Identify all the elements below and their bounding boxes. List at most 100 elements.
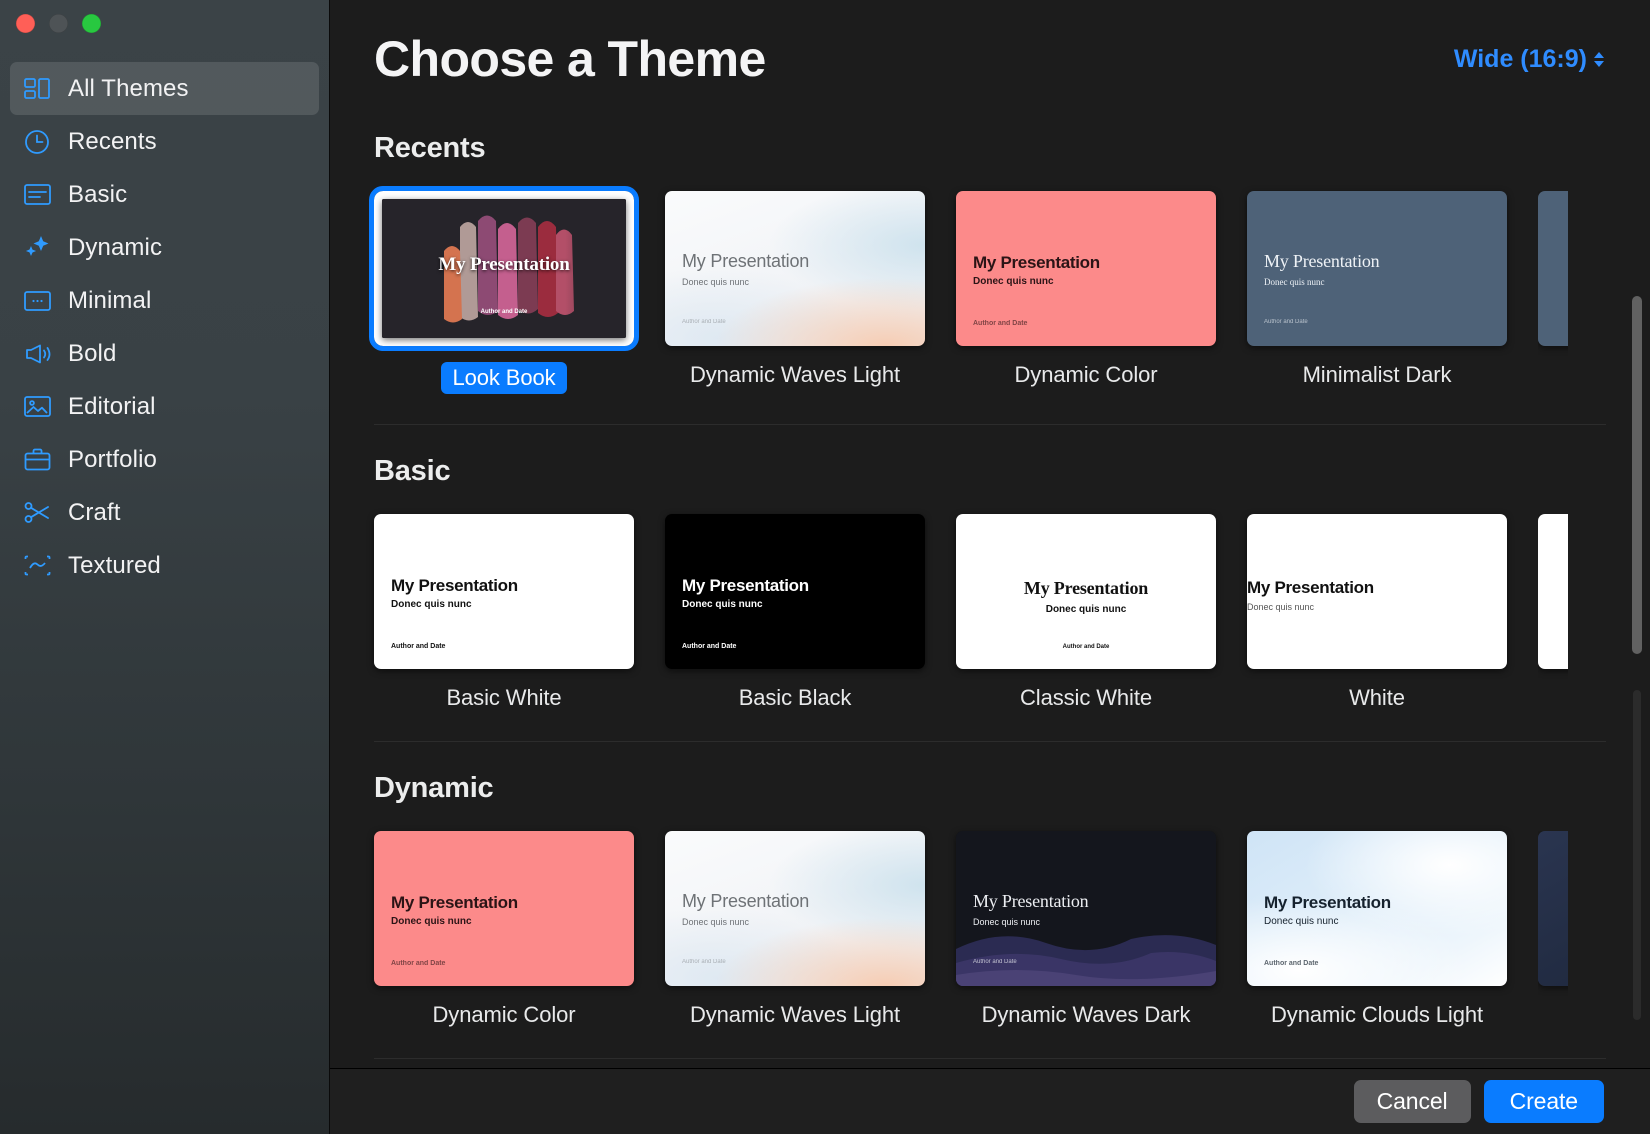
sidebar-item-editorial[interactable]: Editorial — [10, 380, 319, 433]
slide-author: Author and Date — [480, 309, 528, 315]
slide-preview: My Presentation Donec quis nunc Author a… — [665, 191, 925, 346]
theme-card-dynamic-waves-dark[interactable]: My Presentation Donec quis nunc Author a… — [956, 831, 1216, 1028]
theme-card-white[interactable]: My Presentation Donec quis nunc Author a… — [1247, 514, 1507, 711]
sidebar-item-recents[interactable]: Recents — [10, 115, 319, 168]
scissors-icon — [22, 498, 52, 528]
slide-title: My Presentation — [438, 254, 570, 275]
section-title: Basic — [374, 455, 451, 487]
theme-card-basic-white[interactable]: My Presentation Donec quis nunc Author a… — [374, 514, 634, 711]
sidebar-item-label: Craft — [68, 498, 121, 526]
slide-author: Author and Date — [682, 643, 737, 650]
theme-thumbnail[interactable]: My Presentation Donec quis nunc Author a… — [665, 191, 925, 346]
theme-card-look-book[interactable]: My Presentation Author and Date Look Boo… — [369, 186, 639, 394]
theme-name: Dynamic Color — [432, 1002, 576, 1027]
sidebar-item-craft[interactable]: Craft — [10, 486, 319, 539]
theme-thumbnail[interactable]: My Presentation Donec quis nunc Author a… — [374, 514, 634, 669]
theme-name: Dynamic Color — [1014, 362, 1158, 387]
slide-title: My Presentation — [682, 576, 809, 595]
theme-card-minimalist-dark[interactable]: My Presentation Donec quis nunc Author a… — [1247, 191, 1507, 394]
theme-card-dynamic-waves-light-2[interactable]: My Presentation Donec quis nunc Author a… — [665, 831, 925, 1028]
theme-name: Dynamic Waves Light — [689, 362, 901, 387]
theme-grid: My Presentation Donec quis nunc Author a… — [374, 831, 1650, 1028]
theme-thumbnail[interactable]: My Presentation Donec quis nunc Author a… — [665, 831, 925, 986]
slide-author: Author and Date — [973, 959, 1017, 965]
sidebar: All Themes Recents Basic Dynamic Minimal… — [0, 0, 330, 1134]
slide-author: Author and Date — [1264, 319, 1308, 325]
theme-name: Classic White — [1020, 685, 1152, 710]
theme-name: Dynamic Waves Dark — [981, 1002, 1191, 1027]
theme-thumbnail[interactable]: My Presentation Author and Date — [369, 186, 639, 351]
photo-icon — [22, 392, 52, 422]
basic-slide-icon — [22, 180, 52, 210]
theme-thumbnail[interactable] — [1538, 514, 1568, 669]
vertical-scrollbar-track[interactable] — [1633, 690, 1641, 1020]
theme-thumbnail[interactable]: My Presentation Donec quis nunc Author a… — [956, 191, 1216, 346]
sidebar-item-label: Editorial — [68, 392, 156, 420]
minimize-button[interactable] — [49, 14, 68, 33]
theme-grid: My Presentation Donec quis nunc Author a… — [374, 514, 1650, 711]
slide-subtitle: Donec quis nunc — [682, 917, 750, 927]
section-minimal: Minimal — [374, 1059, 1650, 1068]
theme-thumbnail[interactable]: My Presentation Donec quis nunc Author a… — [956, 514, 1216, 669]
theme-name: Basic Black — [738, 685, 852, 710]
section-title: Dynamic — [374, 772, 494, 804]
sparkles-icon — [22, 233, 52, 263]
aspect-ratio-select[interactable]: Wide (16:9) — [1454, 45, 1604, 74]
theme-name: Minimalist Dark — [1302, 362, 1452, 387]
slide-title: My Presentation — [391, 576, 518, 595]
theme-card-partial-right[interactable] — [1538, 514, 1568, 711]
theme-card-dynamic-waves-light[interactable]: My Presentation Donec quis nunc Author a… — [665, 191, 925, 394]
theme-card-partial-right[interactable] — [1538, 831, 1568, 1028]
sidebar-item-basic[interactable]: Basic — [10, 168, 319, 221]
slide-preview: My Presentation Donec quis nunc Author a… — [374, 514, 634, 669]
aspect-ratio-value: Wide (16:9) — [1453, 44, 1587, 73]
cancel-button[interactable]: Cancel — [1353, 1080, 1471, 1123]
slide-title: My Presentation — [391, 893, 518, 912]
theme-card-classic-white[interactable]: My Presentation Donec quis nunc Author a… — [956, 514, 1216, 711]
theme-thumbnail[interactable]: My Presentation Donec quis nunc Author a… — [1247, 514, 1507, 669]
sidebar-item-label: Bold — [68, 339, 117, 367]
slide-author: Author and Date — [973, 320, 1028, 327]
create-button[interactable]: Create — [1483, 1080, 1604, 1123]
theme-thumbnail[interactable]: My Presentation Donec quis nunc Author a… — [374, 831, 634, 986]
section-title: Minimal — [374, 1059, 1650, 1068]
close-button[interactable] — [16, 14, 35, 33]
slide-preview: My Presentation Donec quis nunc Author a… — [956, 831, 1216, 986]
slide-title: My Presentation — [973, 253, 1100, 272]
theme-thumbnail[interactable]: My Presentation Donec quis nunc Author a… — [665, 514, 925, 669]
content-pane: Choose a Theme Wide (16:9) Recents My Pr… — [330, 0, 1650, 1134]
theme-card-basic-black[interactable]: My Presentation Donec quis nunc Author a… — [665, 514, 925, 711]
megaphone-icon — [22, 339, 52, 369]
slide-author: Author and Date — [1264, 960, 1319, 967]
slide-author: Author and Date — [1062, 644, 1110, 650]
theme-card-partial-right[interactable] — [1538, 191, 1568, 394]
theme-card-dynamic-color[interactable]: My Presentation Donec quis nunc Author a… — [956, 191, 1216, 394]
sidebar-item-portfolio[interactable]: Portfolio — [10, 433, 319, 486]
slide-preview: My Presentation Donec quis nunc Author a… — [1247, 514, 1507, 669]
sidebar-nav: All Themes Recents Basic Dynamic Minimal… — [0, 48, 329, 592]
theme-card-dynamic-color-2[interactable]: My Presentation Donec quis nunc Author a… — [374, 831, 634, 1028]
slide-preview: My Presentation Donec quis nunc Author a… — [956, 191, 1216, 346]
slide-preview: My Presentation Donec quis nunc Author a… — [665, 514, 925, 669]
theme-thumbnail[interactable]: My Presentation Donec quis nunc Author a… — [1247, 831, 1507, 986]
theme-card-dynamic-clouds-light[interactable]: My Presentation Donec quis nunc Author a… — [1247, 831, 1507, 1028]
slide-subtitle: Donec quis nunc — [1247, 602, 1315, 612]
zoom-button[interactable] — [82, 14, 101, 33]
vertical-scrollbar-thumb[interactable] — [1632, 296, 1642, 654]
sidebar-item-textured[interactable]: Textured — [10, 539, 319, 592]
sidebar-item-bold[interactable]: Bold — [10, 327, 319, 380]
traffic-lights — [0, 0, 329, 48]
sidebar-item-label: Dynamic — [68, 233, 163, 261]
theme-name: White — [1349, 685, 1405, 710]
slide-author: Author and Date — [391, 643, 446, 650]
theme-thumbnail[interactable] — [1538, 191, 1568, 346]
sidebar-item-dynamic[interactable]: Dynamic — [10, 221, 319, 274]
theme-thumbnail[interactable]: My Presentation Donec quis nunc Author a… — [956, 831, 1216, 986]
theme-thumbnail[interactable]: My Presentation Donec quis nunc Author a… — [1247, 191, 1507, 346]
theme-scroll-area[interactable]: Recents My Presentation Author and Date … — [330, 118, 1650, 1068]
theme-thumbnail[interactable] — [1538, 831, 1568, 986]
sidebar-item-minimal[interactable]: Minimal — [10, 274, 319, 327]
sidebar-item-all-themes[interactable]: All Themes — [10, 62, 319, 115]
sidebar-item-label: Basic — [68, 180, 128, 208]
dialog-footer: Cancel Create — [330, 1068, 1650, 1134]
